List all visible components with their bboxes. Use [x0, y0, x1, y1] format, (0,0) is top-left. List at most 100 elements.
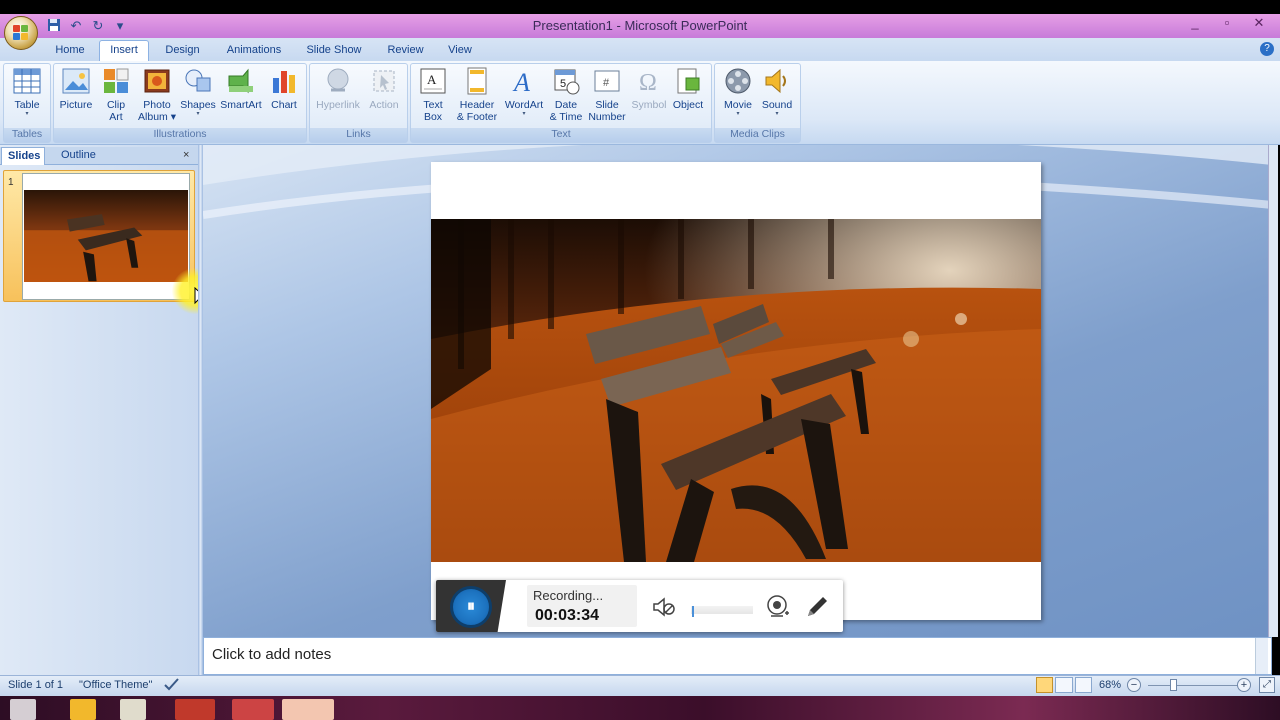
taskbar-app-icon-1[interactable]	[70, 699, 96, 720]
action-button[interactable]: Action	[365, 66, 403, 111]
group-caption-illustrations: Illustrations	[54, 128, 306, 142]
screen-top-strip	[0, 0, 1280, 14]
tab-animations[interactable]: Animations	[220, 42, 288, 61]
slide-show-view-button[interactable]	[1074, 677, 1092, 693]
sound-button[interactable]: Sound ▾	[759, 66, 795, 117]
object-button[interactable]: Object	[670, 66, 706, 111]
table-label: Table	[14, 99, 40, 111]
sound-dropdown-arrow: ▾	[775, 111, 779, 117]
taskbar-app-icon-5[interactable]	[282, 699, 334, 720]
clip-art-icon	[101, 66, 131, 96]
picture-button[interactable]: Picture	[57, 66, 95, 111]
header-footer-button[interactable]: Header & Footer	[454, 66, 500, 123]
chart-button[interactable]: Chart	[266, 66, 302, 111]
svg-text:A: A	[512, 68, 530, 96]
webcam-icon[interactable]	[766, 594, 790, 620]
tab-home[interactable]: Home	[50, 42, 90, 61]
group-caption-links: Links	[310, 128, 407, 142]
wordart-button[interactable]: A WordArt ▾	[502, 66, 546, 117]
taskbar-app-icon-2[interactable]	[120, 699, 146, 720]
recording-timer: 00:03:34	[535, 607, 600, 624]
annotate-pen-icon[interactable]	[804, 594, 830, 620]
tab-review[interactable]: Review	[382, 42, 429, 61]
date-time-label-2: & Time	[549, 111, 583, 123]
panel-close-icon[interactable]: ×	[183, 149, 189, 161]
minimize-button[interactable]: _	[1188, 15, 1202, 31]
wordart-dropdown-arrow: ▾	[522, 111, 526, 117]
photo-album-label-2: Album ▾	[138, 111, 176, 123]
symbol-button[interactable]: Ω Symbol	[629, 66, 669, 111]
movie-icon	[723, 66, 753, 96]
tab-design[interactable]: Design	[160, 42, 205, 61]
object-icon	[673, 66, 703, 96]
zoom-slider-thumb[interactable]	[1170, 679, 1177, 691]
clip-art-label-2: Art	[109, 111, 123, 123]
smartart-icon	[226, 66, 256, 96]
taskbar-app-icon-4[interactable]	[232, 699, 274, 720]
view-buttons	[1036, 677, 1094, 694]
zoom-slider-track[interactable]	[1148, 685, 1238, 686]
slide-thumbnail-image	[24, 190, 188, 282]
shapes-label: Shapes	[180, 99, 216, 111]
fit-to-window-button[interactable]: ⤢	[1259, 677, 1275, 693]
taskbar-app-icon-3[interactable]	[175, 699, 215, 720]
date-time-label-1: Date	[554, 99, 578, 111]
notes-pane[interactable]	[203, 637, 1272, 675]
close-button[interactable]: ✕	[1252, 15, 1266, 31]
smartart-button[interactable]: SmartArt	[218, 66, 264, 111]
slide-number-button[interactable]: # Slide Number	[587, 66, 627, 123]
zoom-out-button[interactable]: −	[1127, 678, 1141, 692]
text-box-label-1: Text	[423, 99, 443, 111]
recording-status-label: Recording...	[533, 588, 604, 603]
zoom-level[interactable]: 68%	[1099, 679, 1121, 691]
svg-text:#: #	[603, 77, 610, 89]
normal-view-button[interactable]	[1036, 677, 1054, 693]
help-icon[interactable]: ?	[1260, 42, 1274, 56]
symbol-icon: Ω	[634, 66, 664, 96]
movie-label: Movie	[723, 99, 752, 111]
photo-album-button[interactable]: Photo Album ▾	[136, 66, 178, 123]
movie-dropdown-arrow: ▾	[736, 111, 740, 117]
slide-sorter-view-button[interactable]	[1055, 677, 1073, 693]
wordart-label: WordArt	[504, 99, 544, 111]
zoom-in-button[interactable]: +	[1237, 678, 1251, 692]
slide-number-label-2: Number	[588, 111, 626, 123]
tab-slides[interactable]: Slides	[1, 147, 45, 165]
chart-icon	[269, 66, 299, 96]
tab-outline[interactable]: Outline	[55, 147, 111, 165]
date-time-button[interactable]: 5 Date & Time	[548, 66, 584, 123]
taskbar-start-icon[interactable]	[10, 699, 36, 720]
spell-check-icon[interactable]	[164, 677, 180, 694]
vertical-scrollbar[interactable]	[1268, 145, 1278, 637]
text-box-button[interactable]: A Text Box	[414, 66, 452, 123]
sound-label: Sound	[761, 99, 793, 111]
table-button[interactable]: Table ▾	[8, 66, 46, 117]
notes-scrollbar[interactable]	[1255, 638, 1268, 674]
svg-text:A: A	[427, 72, 437, 87]
action-icon	[369, 66, 399, 96]
movie-button[interactable]: Movie ▾	[719, 66, 757, 117]
slide-picture[interactable]	[431, 219, 1041, 562]
volume-level-bar[interactable]	[691, 606, 753, 614]
shapes-button[interactable]: Shapes ▾	[180, 66, 216, 117]
tab-insert[interactable]: Insert	[99, 40, 149, 62]
object-label: Object	[672, 99, 704, 111]
tab-slide-show[interactable]: Slide Show	[301, 42, 367, 61]
group-caption-media-clips: Media Clips	[715, 128, 800, 142]
restore-button[interactable]: ▫	[1220, 15, 1234, 31]
theme-status: "Office Theme"	[79, 679, 153, 691]
picture-icon	[61, 66, 91, 96]
chart-label: Chart	[271, 99, 297, 111]
tab-view[interactable]: View	[443, 42, 477, 61]
header-footer-label-1: Header	[459, 99, 495, 111]
sound-icon	[762, 66, 792, 96]
hyperlink-button[interactable]: Hyperlink	[313, 66, 363, 111]
date-time-icon: 5	[551, 66, 581, 96]
office-button[interactable]	[4, 16, 38, 50]
notes-placeholder[interactable]: Click to add notes	[212, 646, 331, 663]
slide-number-label-1: Slide	[595, 99, 619, 111]
clip-art-button[interactable]: Clip Art	[99, 66, 133, 123]
pause-recording-button[interactable]: ⏸	[450, 586, 492, 628]
microphone-mute-icon[interactable]	[652, 596, 676, 618]
symbol-label: Symbol	[631, 99, 667, 111]
